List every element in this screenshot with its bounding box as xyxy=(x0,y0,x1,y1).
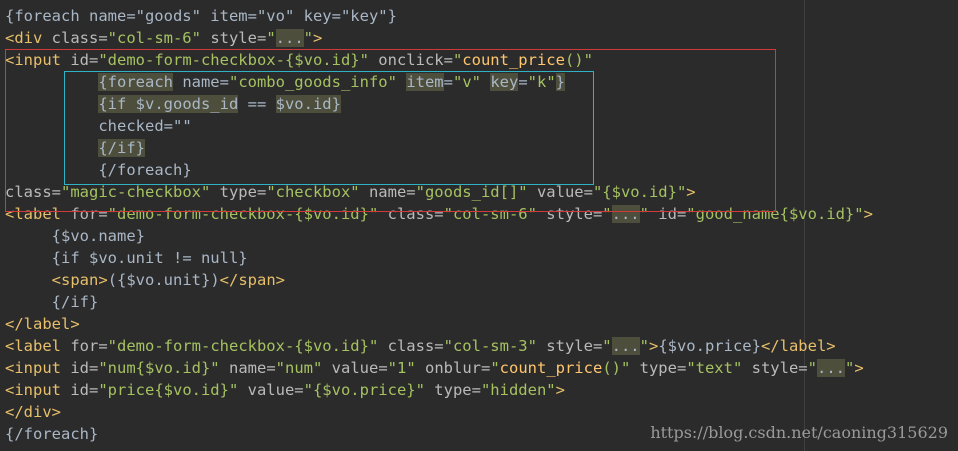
code-token: </label> xyxy=(5,315,80,333)
code-token: value= xyxy=(322,359,388,377)
code-token: > xyxy=(854,359,864,377)
code-token: ... xyxy=(816,359,845,377)
code-token: id= xyxy=(61,359,99,377)
code-token: > xyxy=(863,205,873,223)
code-line[interactable]: </div> xyxy=(5,401,61,423)
right-margin-guide xyxy=(804,0,805,451)
code-token: > xyxy=(98,271,108,289)
code-token: "col-sm-3" xyxy=(443,337,537,355)
code-token: {foreach name="goods" item="vo" key="key… xyxy=(5,7,397,25)
code-token: value= xyxy=(238,381,304,399)
code-token: {$vo.price} xyxy=(658,337,761,355)
code-line[interactable]: {/if} xyxy=(5,291,99,313)
watermark-text: https://blog.csdn.net/caoning315629 xyxy=(650,423,948,442)
code-token: </label> xyxy=(760,337,836,355)
code-token: <div xyxy=(5,29,43,47)
code-token: " xyxy=(602,337,612,355)
code-token: " xyxy=(303,29,313,47)
code-token: name= xyxy=(219,359,276,377)
code-token: "demo-form-checkbox-{$vo.id}" xyxy=(107,337,379,355)
code-line[interactable]: <div class="col-sm-6" style="..."> xyxy=(5,27,322,49)
code-editor[interactable]: {foreach name="goods" item="vo" key="key… xyxy=(0,0,958,451)
code-token: {if $vo.unit != null} xyxy=(51,249,248,267)
code-token: <span xyxy=(51,271,99,289)
code-token: style= xyxy=(742,359,808,377)
code-token: " xyxy=(490,359,500,377)
code-token: "col-sm-6" xyxy=(107,29,201,47)
code-token: onblur= xyxy=(415,359,491,377)
code-token: {/if} xyxy=(51,293,99,311)
code-token: for= xyxy=(61,337,108,355)
code-token: " xyxy=(807,359,817,377)
code-token: style= xyxy=(536,337,603,355)
code-token: style= xyxy=(200,29,267,47)
code-token: "num{$vo.id}" xyxy=(98,359,220,377)
code-line[interactable]: {/foreach} xyxy=(5,423,98,445)
code-token: " xyxy=(639,337,649,355)
code-token: "{$vo.price}" xyxy=(303,381,425,399)
code-token: {$vo.name} xyxy=(51,227,145,245)
code-line[interactable]: <span>({$vo.unit})</span> xyxy=(5,269,285,291)
code-token: ({$vo.unit}) xyxy=(107,271,220,289)
code-token: ... xyxy=(275,29,304,47)
code-token: " xyxy=(266,29,276,47)
code-token: "hidden" xyxy=(480,381,556,399)
code-token: ... xyxy=(611,337,640,355)
code-token: count_price xyxy=(499,359,603,377)
code-token: "num" xyxy=(275,359,323,377)
code-token: {/foreach} xyxy=(5,425,99,443)
code-token: > xyxy=(555,381,565,399)
code-token: type= xyxy=(630,359,687,377)
code-token: <input xyxy=(5,381,61,399)
code-token: <input xyxy=(5,359,61,377)
code-token: > xyxy=(313,29,323,47)
code-line[interactable]: <label for="demo-form-checkbox-{$vo.id}"… xyxy=(5,335,836,357)
code-token: "text" xyxy=(686,359,743,377)
code-token: type= xyxy=(424,381,481,399)
code-line[interactable]: <input id="num{$vo.id}" name="num" value… xyxy=(5,357,864,379)
code-line[interactable]: {$vo.name} xyxy=(5,225,145,247)
code-line[interactable]: {if $vo.unit != null} xyxy=(5,247,248,269)
code-token: "1" xyxy=(387,359,416,377)
highlight-box-cyan xyxy=(64,71,594,185)
code-token: <label xyxy=(5,337,61,355)
code-token: class= xyxy=(378,337,444,355)
code-token: class= xyxy=(42,29,108,47)
code-token: ()" xyxy=(602,359,631,377)
code-line[interactable]: <input id="price{$vo.id}" value="{$vo.pr… xyxy=(5,379,565,401)
code-line[interactable]: {foreach name="goods" item="vo" key="key… xyxy=(5,5,397,27)
code-token: > xyxy=(648,337,659,355)
code-token: </div> xyxy=(5,403,61,421)
code-line[interactable]: </label> xyxy=(5,313,80,335)
code-token: </span> xyxy=(219,271,285,289)
code-token: id= xyxy=(61,381,99,399)
code-token: " xyxy=(844,359,855,377)
code-token: "price{$vo.id}" xyxy=(98,381,239,399)
